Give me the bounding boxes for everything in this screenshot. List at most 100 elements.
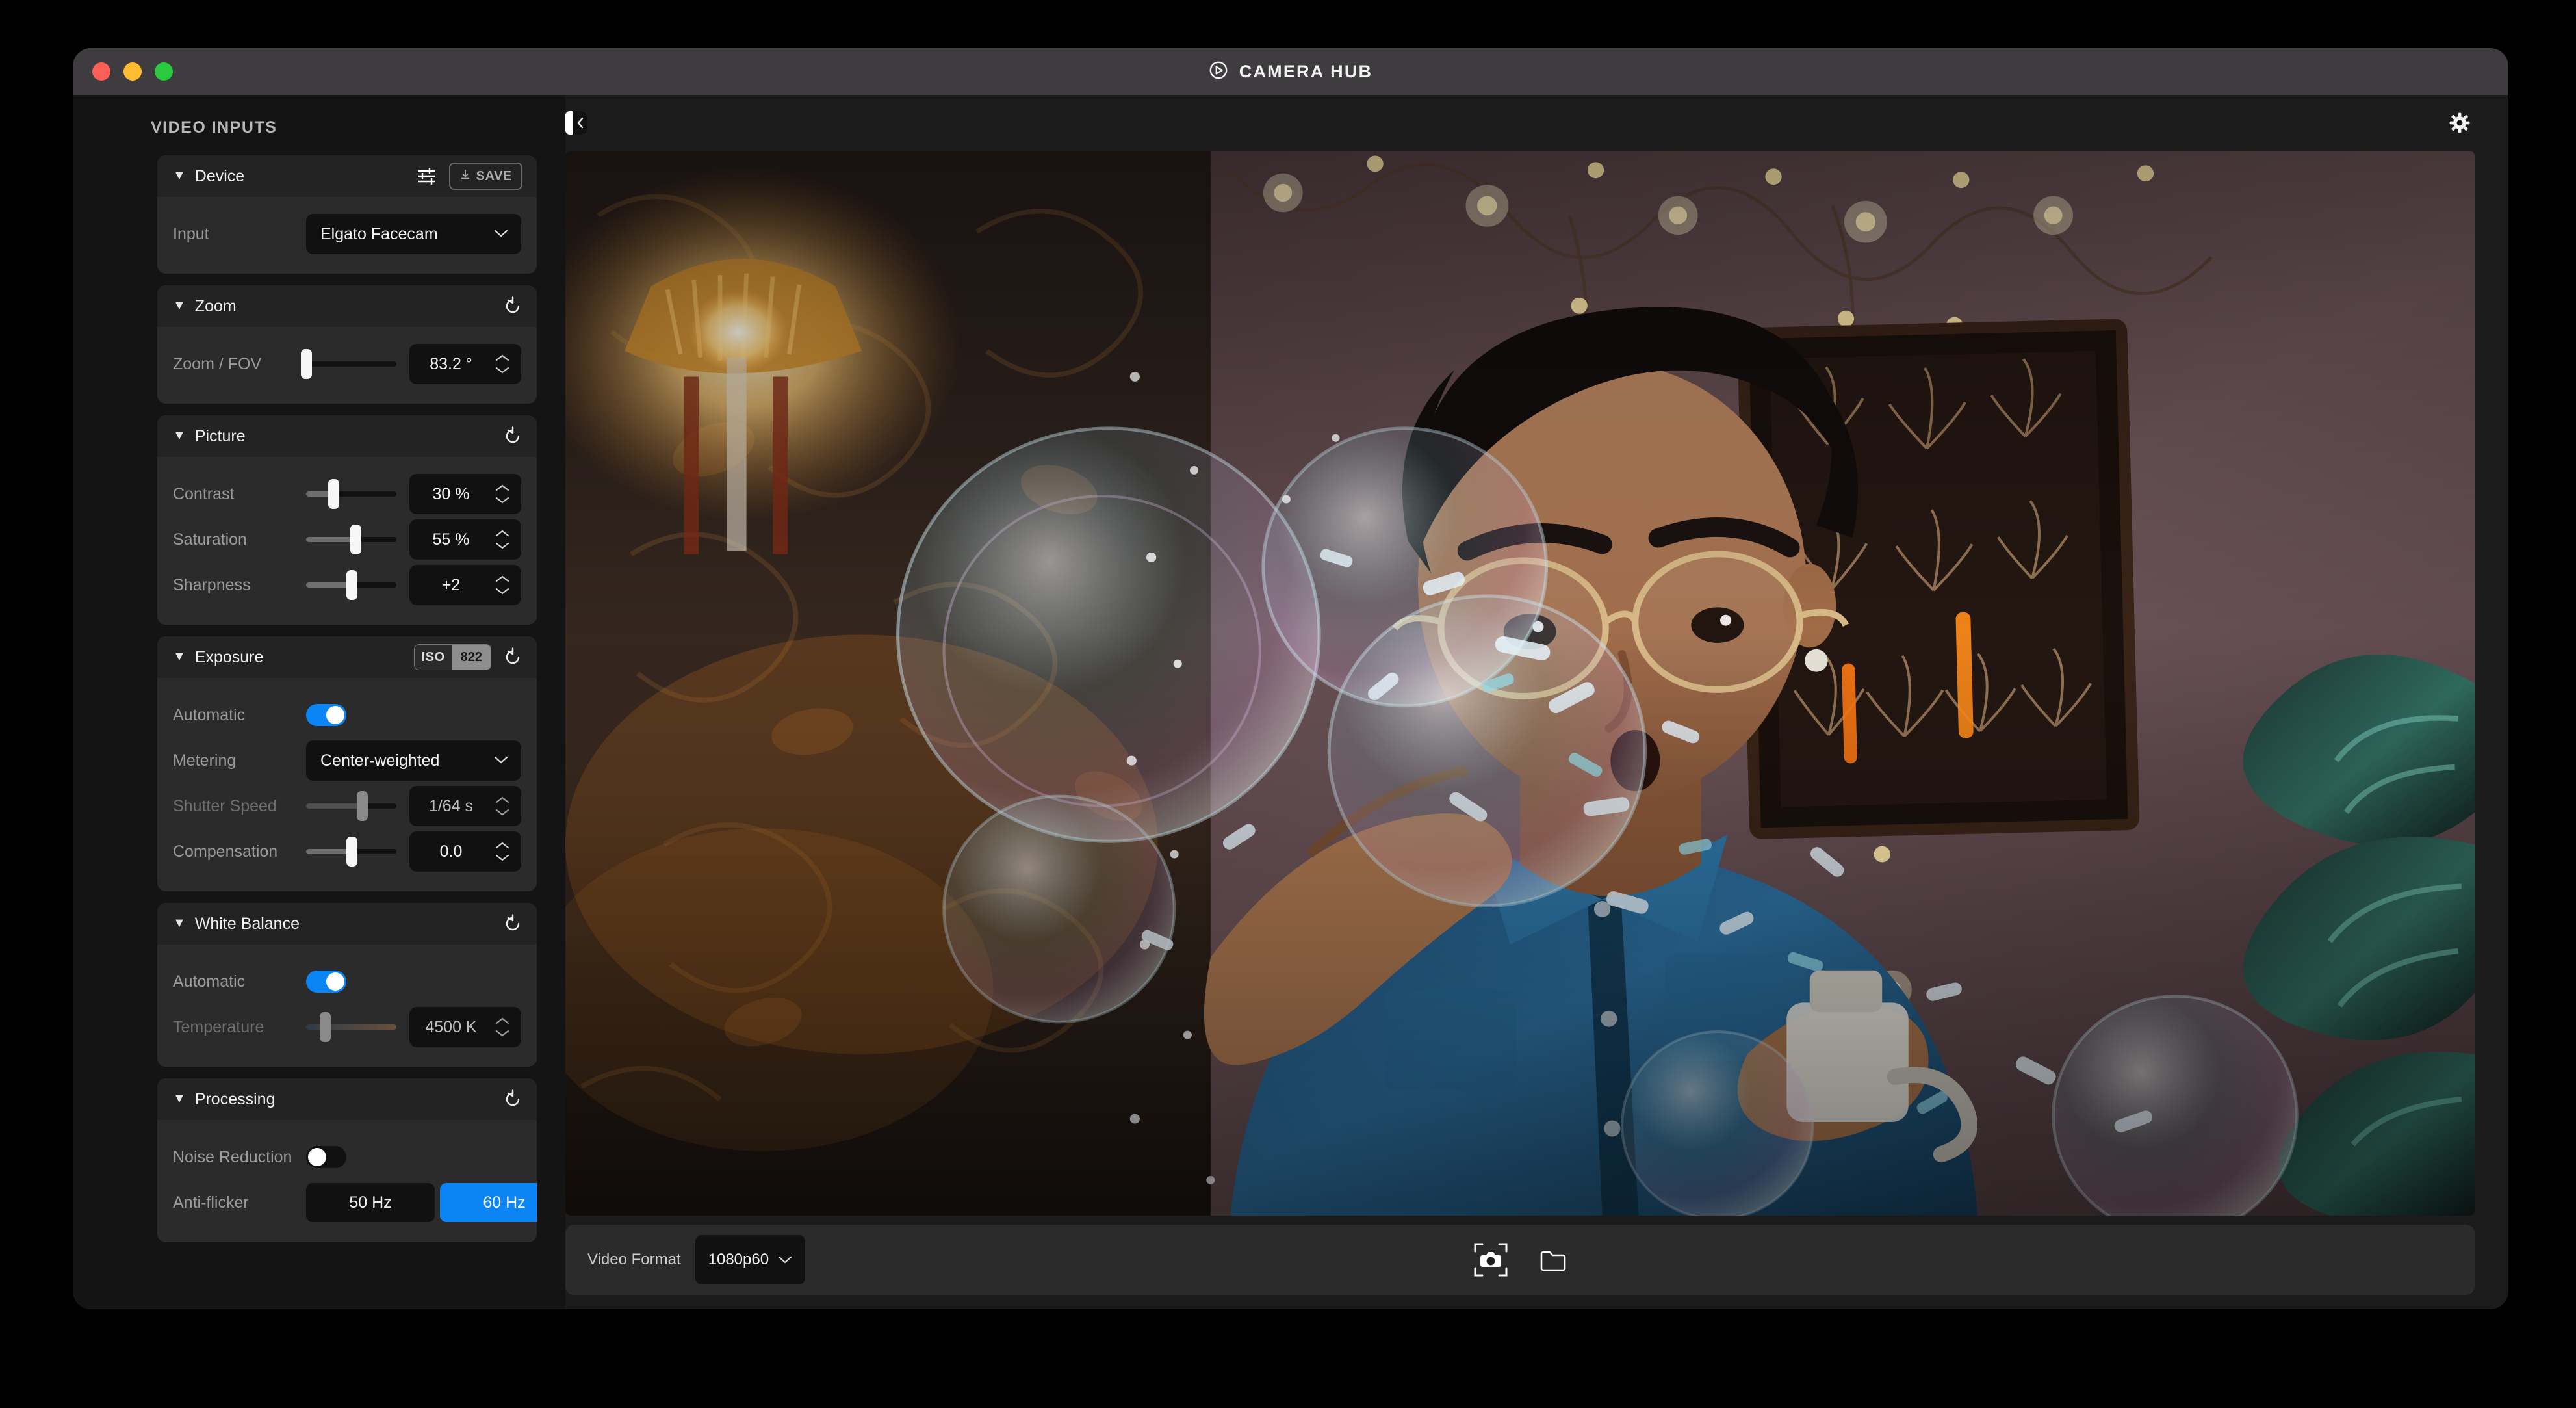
slider-handle[interactable] — [346, 570, 357, 600]
metering-select[interactable]: Center-weighted — [306, 740, 521, 781]
chevron-down-icon — [495, 854, 509, 861]
iso-badge-value: 822 — [452, 645, 491, 670]
reset-icon[interactable] — [503, 296, 522, 316]
temperature-slider[interactable] — [306, 1007, 396, 1047]
slider-handle[interactable] — [357, 791, 368, 821]
chevron-up-icon — [495, 575, 509, 582]
section-device-header[interactable]: ▼ Device SAVE — [157, 155, 537, 197]
slider-fill — [306, 582, 352, 588]
exposure-automatic-toggle[interactable] — [306, 704, 346, 726]
section-device-title: Device — [194, 166, 245, 185]
compensation-slider[interactable] — [306, 831, 396, 872]
slider-handle[interactable] — [328, 479, 339, 509]
app-brand: CAMERA HUB — [1209, 60, 1373, 83]
toggle-knob — [308, 1148, 326, 1166]
stepper-arrows[interactable] — [487, 529, 521, 550]
chevron-down-icon — [495, 367, 509, 374]
chevron-down-icon[interactable]: ▼ — [173, 650, 186, 663]
chevron-down-icon — [495, 497, 509, 504]
row-shutter-speed: Shutter Speed 1/64 s — [173, 783, 521, 829]
anti-flicker-60hz-button[interactable]: 60 Hz — [440, 1183, 537, 1222]
slider-fill — [306, 803, 363, 809]
minimize-button[interactable] — [123, 62, 142, 81]
section-zoom-title: Zoom — [194, 296, 237, 315]
slider-handle[interactable] — [350, 525, 362, 554]
slider-handle[interactable] — [320, 1012, 331, 1042]
stepper-arrows[interactable] — [487, 354, 521, 374]
collapse-sidebar-icon[interactable] — [565, 111, 587, 135]
saturation-slider[interactable] — [306, 519, 396, 560]
row-anti-flicker: Anti-flicker 50 Hz 60 Hz — [173, 1180, 537, 1225]
reset-icon[interactable] — [503, 426, 522, 446]
stepper-arrows[interactable] — [487, 1017, 521, 1037]
folder-icon[interactable] — [1538, 1245, 1568, 1275]
chevron-down-icon — [495, 542, 509, 549]
camera-snapshot-icon[interactable] — [1472, 1241, 1510, 1279]
preview-action-icons — [1472, 1241, 1568, 1279]
slider-handle[interactable] — [346, 837, 357, 867]
section-white-balance: ▼ White Balance Automatic Temperature 45… — [157, 903, 537, 1067]
noise-reduction-toggle[interactable] — [306, 1146, 346, 1168]
temperature-stepper[interactable]: 4500 K — [409, 1007, 521, 1047]
anti-flicker-50hz-button[interactable]: 50 Hz — [306, 1183, 435, 1222]
shutter-speed-slider[interactable] — [306, 786, 396, 826]
gear-icon[interactable] — [2449, 112, 2471, 134]
temperature-value: 4500 K — [425, 1017, 477, 1036]
section-zoom-header[interactable]: ▼ Zoom — [157, 285, 537, 327]
sharpness-slider[interactable] — [306, 565, 396, 605]
section-processing-body: Noise Reduction Anti-flicker 50 Hz 60 Hz — [157, 1120, 537, 1242]
zoom-fov-slider[interactable] — [301, 344, 396, 384]
row-contrast: Contrast 30 % — [173, 471, 521, 517]
section-picture-header[interactable]: ▼ Picture — [157, 415, 537, 457]
chevron-down-icon[interactable]: ▼ — [173, 917, 186, 930]
compensation-stepper[interactable]: 0.0 — [409, 831, 521, 872]
stepper-arrows[interactable] — [487, 796, 521, 816]
row-temperature: Temperature 4500 K — [173, 1004, 521, 1050]
compensation-value: 0.0 — [439, 842, 463, 861]
chevron-down-icon[interactable]: ▼ — [173, 169, 186, 182]
contrast-value: 30 % — [432, 484, 470, 503]
section-picture-body: Contrast 30 % Saturation 55 % Sharpness … — [157, 457, 537, 625]
zoom-fov-stepper[interactable]: 83.2 ° — [409, 344, 521, 384]
chevron-up-icon — [495, 354, 509, 361]
save-button[interactable]: SAVE — [448, 163, 522, 190]
close-button[interactable] — [92, 62, 110, 81]
video-format-select[interactable]: 1080p60 — [695, 1235, 806, 1284]
row-input-label: Input — [173, 224, 209, 243]
section-exposure-header[interactable]: ▼ Exposure ISO 822 — [157, 636, 537, 678]
stepper-arrows[interactable] — [487, 841, 521, 862]
video-inputs-sidebar: VIDEO INPUTS ▼ Device SAVE Input Elgato … — [73, 95, 565, 1309]
contrast-slider[interactable] — [306, 474, 396, 514]
section-processing-header[interactable]: ▼ Processing — [157, 1078, 537, 1120]
reset-icon[interactable] — [503, 1089, 522, 1109]
row-sharpness: Sharpness +2 — [173, 562, 521, 608]
slider-handle[interactable] — [301, 349, 312, 379]
chevron-down-icon[interactable]: ▼ — [173, 429, 186, 442]
camera-preview[interactable] — [565, 151, 2475, 1216]
preview-toolbar — [565, 95, 2475, 151]
slider-track — [306, 361, 396, 367]
stepper-arrows[interactable] — [487, 484, 521, 504]
shutter-speed-stepper[interactable]: 1/64 s — [409, 786, 521, 826]
maximize-button[interactable] — [155, 62, 173, 81]
reset-icon[interactable] — [503, 647, 522, 667]
sliders-icon[interactable] — [415, 165, 437, 187]
video-format-label: Video Format — [587, 1251, 681, 1268]
contrast-stepper[interactable]: 30 % — [409, 474, 521, 514]
chevron-down-icon[interactable]: ▼ — [173, 299, 186, 312]
white-balance-automatic-toggle[interactable] — [306, 971, 346, 993]
saturation-value: 55 % — [432, 530, 470, 549]
row-compensation-label: Compensation — [173, 842, 278, 861]
chevron-down-icon[interactable]: ▼ — [173, 1092, 186, 1105]
reset-icon[interactable] — [503, 914, 522, 933]
slider-fill — [306, 849, 352, 854]
input-device-select[interactable]: Elgato Facecam — [306, 214, 521, 254]
app-title: CAMERA HUB — [1239, 61, 1373, 81]
stepper-arrows[interactable] — [487, 575, 521, 595]
video-format-value: 1080p60 — [708, 1251, 769, 1268]
section-white-balance-header[interactable]: ▼ White Balance — [157, 903, 537, 945]
row-input: Input Elgato Facecam — [173, 211, 521, 257]
section-device: ▼ Device SAVE Input Elgato Facecam — [157, 155, 537, 274]
saturation-stepper[interactable]: 55 % — [409, 519, 521, 560]
sharpness-stepper[interactable]: +2 — [409, 565, 521, 605]
